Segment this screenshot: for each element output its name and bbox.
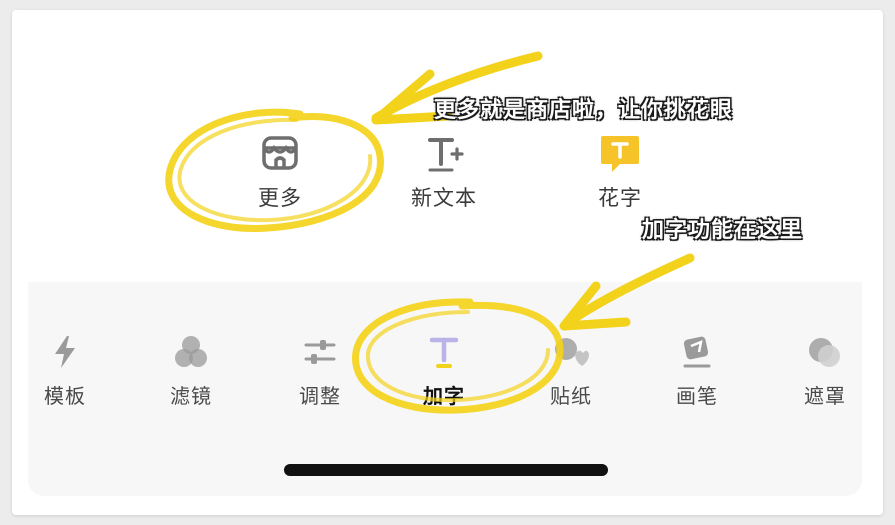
home-indicator [284,464,608,476]
more-label: 更多 [258,186,302,210]
store-icon [262,136,298,170]
tab-sticker-label: 贴纸 [550,384,592,408]
tab-adjust[interactable]: 调整 [275,334,365,409]
lightning-icon [55,336,75,368]
sliders-icon [304,340,336,364]
tab-template-label: 模板 [44,384,86,408]
text-icon [429,337,459,368]
tab-sticker[interactable]: 贴纸 [526,334,616,409]
tab-brush[interactable]: 画笔 [652,334,742,409]
fancy-text-icon [601,136,639,172]
new-text-label: 新文本 [411,186,477,210]
tab-add-text[interactable]: 加字 [399,334,489,409]
sticker-icon [555,338,589,366]
brush-icon [683,336,711,368]
tab-filter-label: 滤镜 [170,384,212,408]
tab-filter[interactable]: 滤镜 [146,334,236,409]
filter-circles-icon [175,336,207,367]
tab-template[interactable]: 模板 [28,334,110,409]
tab-mask[interactable]: 遮罩 [780,334,862,409]
tab-adjust-label: 调整 [299,384,341,408]
text-tools-panel: 更多 新文本 花字 [28,30,862,282]
annotation-add-text-caption: 加字功能在这里 [642,218,804,243]
new-text-button[interactable]: 新文本 [384,132,504,212]
tab-brush-label: 画笔 [676,384,718,408]
fancy-text-button[interactable]: 花字 [560,132,680,212]
tab-add-text-label: 加字 [423,384,465,408]
text-add-icon [428,138,464,172]
fancy-text-label: 花字 [598,186,642,210]
more-button[interactable]: 更多 [220,132,340,212]
mask-icon [809,338,840,367]
annotation-more-caption: 更多就是商店啦，让你挑花眼 [434,98,734,123]
tab-mask-label: 遮罩 [804,384,846,408]
